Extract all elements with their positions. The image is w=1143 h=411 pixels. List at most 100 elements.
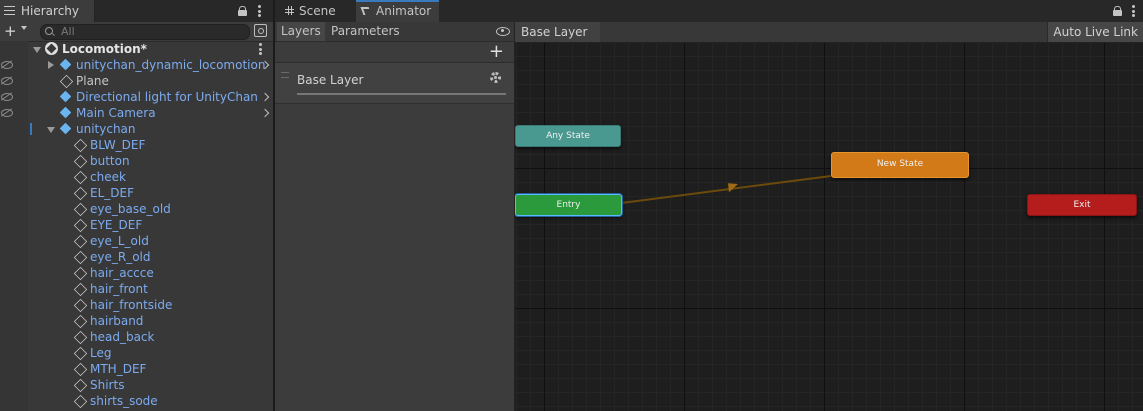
cube-outline-icon xyxy=(73,266,88,281)
breadcrumb[interactable]: Base Layer xyxy=(515,22,600,42)
hierarchy-item-label: EL_DEF xyxy=(90,186,134,200)
hierarchy-item-label: Plane xyxy=(76,74,109,88)
eye-hidden-icon[interactable] xyxy=(0,60,13,69)
cube-outline-icon xyxy=(73,250,88,265)
hierarchy-child-item[interactable]: eye_L_old xyxy=(0,233,273,249)
cube-outline-icon xyxy=(73,154,88,169)
cube-outline-icon xyxy=(73,202,88,217)
hierarchy-child-item[interactable]: MTH_DEF xyxy=(0,361,273,377)
scene-name: Locomotion* xyxy=(62,42,147,56)
hierarchy-child-item[interactable]: eye_R_old xyxy=(0,249,273,265)
tab-layers[interactable]: Layers xyxy=(277,22,325,41)
hierarchy-item[interactable]: Main Camera xyxy=(0,105,273,121)
transition-entry-to-new-state[interactable] xyxy=(620,175,832,204)
cube-outline-icon xyxy=(73,234,88,249)
hierarchy-item-label: unitychan_dynamic_locomotion xyxy=(76,58,266,72)
hierarchy-item-label: shirts_sode xyxy=(90,394,158,408)
hierarchy-item-label: hairband xyxy=(90,314,144,328)
layer-item[interactable]: Base Layer xyxy=(275,63,514,104)
hierarchy-child-item[interactable]: hair_front xyxy=(0,281,273,297)
hierarchy-item-label: button xyxy=(90,154,130,168)
hierarchy-item[interactable]: Directional light for UnityChan xyxy=(0,89,273,105)
hierarchy-child-item[interactable]: hairband xyxy=(0,313,273,329)
hierarchy-child-item[interactable]: hair_frontside xyxy=(0,297,273,313)
search-field[interactable]: All xyxy=(40,24,250,40)
auto-live-link-button[interactable]: Auto Live Link xyxy=(1047,22,1143,42)
add-object-button[interactable]: + xyxy=(4,23,17,39)
more-options-icon[interactable] xyxy=(1132,5,1135,17)
more-options-icon[interactable] xyxy=(258,5,261,17)
tab-scene-label: Scene xyxy=(299,4,336,18)
hierarchy-child-item[interactable]: EYE_DEF xyxy=(0,217,273,233)
lock-icon[interactable] xyxy=(1113,6,1122,16)
hierarchy-child-item[interactable]: BLW_DEF xyxy=(0,137,273,153)
lock-icon[interactable] xyxy=(238,6,247,16)
animator-icon xyxy=(362,7,372,17)
hierarchy-toolbar: + All xyxy=(0,22,273,42)
hierarchy-item[interactable]: unitychan_dynamic_locomotion xyxy=(0,57,273,73)
eye-hidden-icon[interactable] xyxy=(0,108,13,117)
hierarchy-item-label: hair_frontside xyxy=(90,298,173,312)
chevron-right-icon[interactable] xyxy=(48,61,54,69)
tab-animator[interactable]: Animator xyxy=(356,0,439,22)
hierarchy-item-label: hair_front xyxy=(90,282,148,296)
selection-indicator xyxy=(30,123,32,135)
hierarchy-child-item[interactable]: button xyxy=(0,153,273,169)
list-icon xyxy=(4,6,15,15)
state-machine-graph[interactable]: Any State Entry New State Exit xyxy=(515,22,1143,411)
hierarchy-item-label: Directional light for UnityChan xyxy=(76,90,258,104)
drag-handle-icon[interactable] xyxy=(281,72,289,78)
hierarchy-item-label: MTH_DEF xyxy=(90,362,147,376)
cube-outline-icon xyxy=(73,314,88,329)
hierarchy-item-label: EYE_DEF xyxy=(90,218,143,232)
state-new-state[interactable]: New State xyxy=(831,152,969,178)
state-exit[interactable]: Exit xyxy=(1027,194,1137,216)
more-options-icon[interactable] xyxy=(259,43,262,55)
unity-scene-icon xyxy=(45,42,58,55)
gear-icon[interactable] xyxy=(490,72,501,83)
tab-parameters[interactable]: Parameters xyxy=(327,22,404,41)
hierarchy-child-item[interactable]: head_back xyxy=(0,329,273,345)
state-entry[interactable]: Entry xyxy=(515,194,622,216)
chevron-down-icon[interactable] xyxy=(33,47,41,53)
add-layer-button[interactable]: + xyxy=(489,41,504,62)
hierarchy-tabbar: Hierarchy xyxy=(0,0,273,23)
cube-outline-icon xyxy=(73,394,88,409)
cube-outline-icon xyxy=(73,218,88,233)
animator-tabbar: Scene Animator xyxy=(275,0,1143,23)
chevron-down-icon[interactable] xyxy=(47,127,55,133)
cube-outline-icon xyxy=(73,378,88,393)
tab-animator-label: Animator xyxy=(376,4,432,18)
chevron-right-icon[interactable] xyxy=(260,108,270,118)
animator-subtabs: Layers Parameters xyxy=(275,22,514,42)
hierarchy-child-item[interactable]: eye_base_old xyxy=(0,201,273,217)
hierarchy-child-item[interactable]: Shirts xyxy=(0,377,273,393)
animator-window: Scene Animator Layers Parameters + Base … xyxy=(275,0,1143,411)
cube-outline-icon xyxy=(73,298,88,313)
hierarchy-child-item[interactable]: shirts_sode xyxy=(0,393,273,409)
chevron-right-icon[interactable] xyxy=(260,92,270,102)
hierarchy-child-item[interactable]: cheek xyxy=(0,169,273,185)
hierarchy-child-item[interactable]: hair_accce xyxy=(0,265,273,281)
cube-outline-icon xyxy=(73,138,88,153)
tab-scene[interactable]: Scene xyxy=(279,0,357,22)
breadcrumb-separator xyxy=(593,22,601,42)
scene-row[interactable]: Locomotion* xyxy=(0,41,273,57)
chevron-down-icon[interactable] xyxy=(21,26,27,30)
tab-hierarchy[interactable]: Hierarchy xyxy=(0,0,95,22)
hierarchy-item[interactable]: unitychan xyxy=(0,121,273,137)
search-by-type-icon[interactable] xyxy=(254,24,267,37)
cube-outline-icon xyxy=(73,346,88,361)
cube-outline-icon xyxy=(73,330,88,345)
search-placeholder: All xyxy=(61,25,75,38)
eye-hidden-icon[interactable] xyxy=(0,92,13,101)
eye-hidden-icon[interactable] xyxy=(0,76,13,85)
layers-panel: Layers Parameters + Base Layer xyxy=(275,22,515,411)
state-any-state[interactable]: Any State xyxy=(515,125,621,147)
hierarchy-item[interactable]: Plane xyxy=(0,73,273,89)
eye-icon[interactable] xyxy=(496,27,510,36)
hierarchy-item-label: head_back xyxy=(90,330,155,344)
hierarchy-child-item[interactable]: Leg xyxy=(0,345,273,361)
hierarchy-child-item[interactable]: EL_DEF xyxy=(0,185,273,201)
prefab-cube-icon xyxy=(59,122,72,135)
